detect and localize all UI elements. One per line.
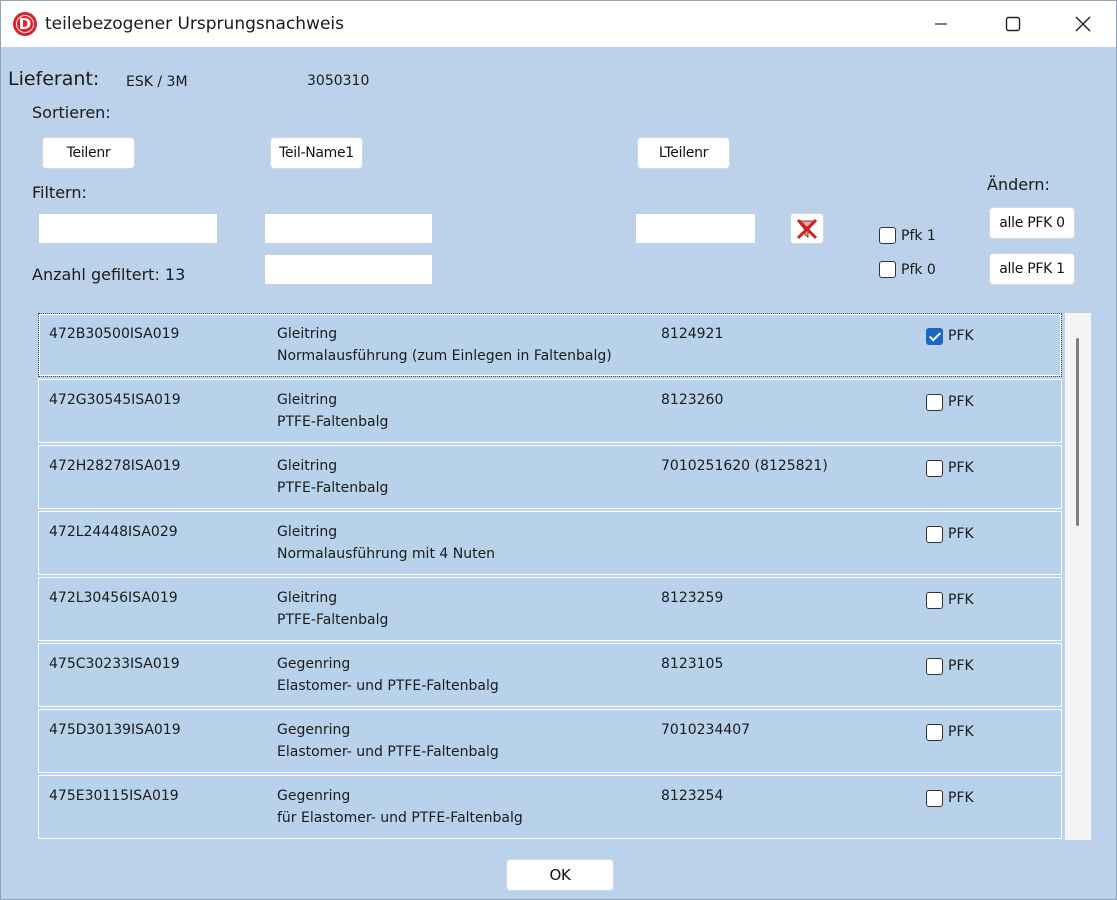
teilenr-cell: 472H28278ISA019 (49, 458, 181, 474)
list-scrollbar[interactable] (1065, 313, 1091, 840)
pfk-checkbox[interactable] (926, 592, 943, 609)
parts-list: 472B30500ISA019 Gleitring Normalausführu… (38, 313, 1091, 840)
clear-filter-button[interactable] (790, 213, 824, 244)
pfk-label: PFK (948, 592, 974, 608)
pfk1-filter-checkbox[interactable] (879, 227, 896, 244)
close-button[interactable] (1048, 1, 1116, 47)
list-item[interactable]: 475D30139ISA019 Gegenring Elastomer- und… (38, 709, 1062, 773)
name1-cell: Gegenring (277, 722, 351, 738)
window-title: teilebezogener Ursprungsnachweis (45, 14, 345, 34)
list-item[interactable]: 472H28278ISA019 Gleitring PTFE-Faltenbal… (38, 445, 1062, 509)
maximize-button[interactable] (978, 1, 1048, 47)
name1-cell: Gleitring (277, 590, 338, 606)
list-item[interactable]: 475E30115ISA019 Gegenring für Elastomer-… (38, 775, 1062, 839)
teilenr-cell: 475D30139ISA019 (49, 722, 181, 738)
lteilenr-cell: 8123254 (661, 788, 724, 804)
name2-cell: Normalausführung (zum Einlegen in Falten… (277, 348, 612, 364)
list-item[interactable]: 472L30456ISA019 Gleitring PTFE-Faltenbal… (38, 577, 1062, 641)
list-item[interactable]: 472G30545ISA019 Gleitring PTFE-Faltenbal… (38, 379, 1062, 443)
pfk0-filter-label: Pfk 0 (901, 262, 936, 278)
supplier-label: Lieferant: (8, 68, 100, 90)
filter-label: Filtern: (32, 183, 87, 202)
name2-cell: für Elastomer- und PTFE-Faltenbalg (277, 810, 523, 826)
change-label: Ändern: (987, 175, 1050, 194)
name1-cell: Gegenring (277, 656, 351, 672)
supplier-name: ESK / 3M (126, 74, 188, 90)
sort-teilenr-button[interactable]: Teilenr (42, 137, 135, 169)
pfk-checkbox[interactable] (926, 460, 943, 477)
pfk1-filter-label: Pfk 1 (901, 228, 936, 244)
pfk-checkbox[interactable] (926, 394, 943, 411)
filtered-count: Anzahl gefiltert: 13 (32, 265, 186, 284)
maximize-icon (1005, 16, 1021, 32)
ok-button[interactable]: OK (506, 859, 614, 891)
teilenr-cell: 475E30115ISA019 (49, 788, 179, 804)
name2-cell: PTFE-Faltenbalg (277, 414, 389, 430)
lteilenr-cell: 8124921 (661, 326, 724, 342)
list-item[interactable]: 475C30233ISA019 Gegenring Elastomer- und… (38, 643, 1062, 707)
filter-name1-input[interactable] (264, 213, 433, 244)
list-item[interactable]: 472L24448ISA029 Gleitring Normalausführu… (38, 511, 1062, 575)
sort-lteilenr-button[interactable]: LTeilenr (637, 137, 730, 169)
pfk-label: PFK (948, 790, 974, 806)
pfk-label: PFK (948, 394, 974, 410)
lteilenr-cell: 8123259 (661, 590, 724, 606)
teilenr-cell: 472L30456ISA019 (49, 590, 178, 606)
list-item[interactable]: 472B30500ISA019 Gleitring Normalausführu… (38, 313, 1062, 377)
lteilenr-cell: 7010251620 (8125821) (661, 458, 828, 474)
pfk0-filter-checkbox[interactable] (879, 261, 896, 278)
minimize-icon (935, 23, 947, 25)
name1-cell: Gleitring (277, 458, 338, 474)
pfk-checkbox[interactable] (926, 790, 943, 807)
pfk-checkbox[interactable] (926, 658, 943, 675)
name2-cell: Normalausführung mit 4 Nuten (277, 546, 496, 562)
filter-name2-input[interactable] (264, 254, 433, 285)
supplier-number: 3050310 (307, 73, 370, 89)
pfk-label: PFK (948, 460, 974, 476)
lteilenr-cell: 8123260 (661, 392, 724, 408)
filter-teilenr-input[interactable] (38, 213, 218, 244)
filter-lteilenr-input[interactable] (635, 213, 756, 244)
pfk-label: PFK (948, 724, 974, 740)
close-icon (1075, 16, 1091, 32)
teilenr-cell: 472L24448ISA029 (49, 524, 178, 540)
minimize-button[interactable] (906, 1, 976, 47)
pfk-label: PFK (948, 658, 974, 674)
name2-cell: PTFE-Faltenbalg (277, 612, 389, 628)
app-logo-icon: D (13, 12, 37, 36)
lteilenr-cell: 7010234407 (661, 722, 751, 738)
dialog-window: D teilebezogener Ursprungsnachweis Liefe… (0, 0, 1117, 900)
name1-cell: Gegenring (277, 788, 351, 804)
teilenr-cell: 472G30545ISA019 (49, 392, 181, 408)
name1-cell: Gleitring (277, 392, 338, 408)
name2-cell: Elastomer- und PTFE-Faltenbalg (277, 678, 499, 694)
pfk-checkbox[interactable] (926, 328, 943, 345)
name1-cell: Gleitring (277, 326, 338, 342)
name2-cell: Elastomer- und PTFE-Faltenbalg (277, 744, 499, 760)
pfk-checkbox[interactable] (926, 526, 943, 543)
set-all-pfk0-button[interactable]: alle PFK 0 (989, 207, 1075, 239)
sort-label: Sortieren: (32, 103, 111, 122)
set-all-pfk1-button[interactable]: alle PFK 1 (989, 253, 1075, 285)
pfk-label: PFK (948, 526, 974, 542)
clear-filter-icon (796, 218, 818, 239)
pfk-label: PFK (948, 328, 974, 344)
teilenr-cell: 475C30233ISA019 (49, 656, 180, 672)
lteilenr-cell: 8123105 (661, 656, 724, 672)
scrollbar-thumb[interactable] (1076, 338, 1079, 526)
name1-cell: Gleitring (277, 524, 338, 540)
name2-cell: PTFE-Faltenbalg (277, 480, 389, 496)
title-bar: D teilebezogener Ursprungsnachweis (1, 1, 1116, 47)
sort-teil-name1-button[interactable]: Teil-Name1 (270, 137, 363, 169)
pfk-checkbox[interactable] (926, 724, 943, 741)
teilenr-cell: 472B30500ISA019 (49, 326, 180, 342)
